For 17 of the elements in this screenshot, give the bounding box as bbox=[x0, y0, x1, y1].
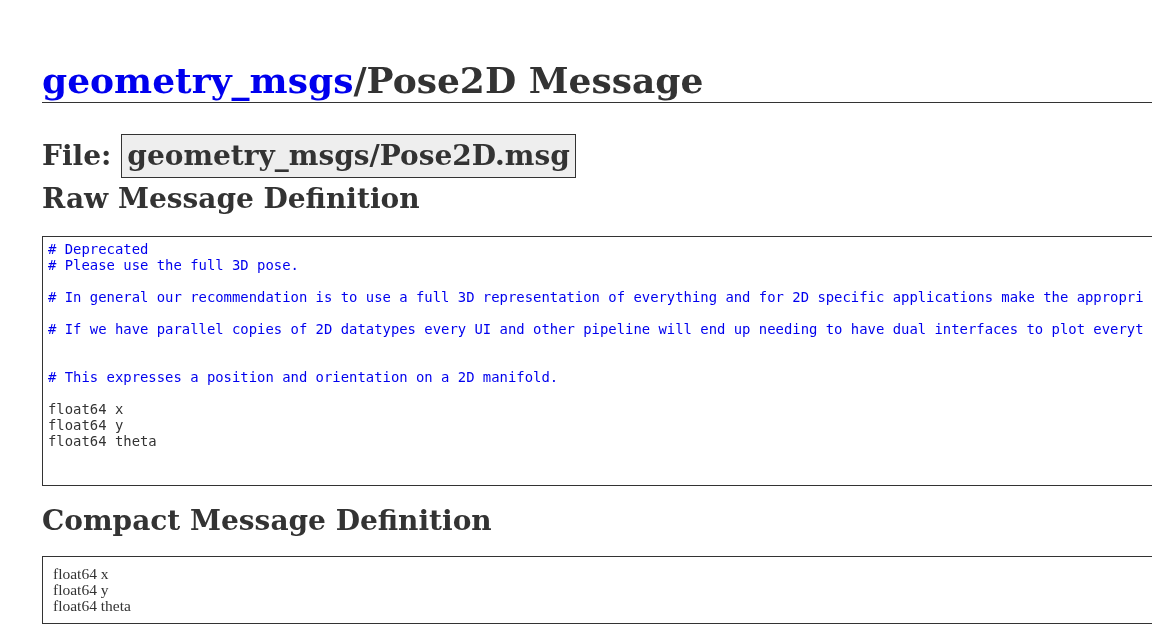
file-name: geometry_msgs/Pose2D.msg bbox=[121, 134, 576, 178]
definition-line: float64 x bbox=[53, 566, 110, 582]
section-heading: Raw Message Definition bbox=[42, 181, 421, 217]
file-label: File: bbox=[42, 138, 112, 174]
code-comment: # If we have parallel copies of 2D datatypes every UI and other pipeline will end up needing to have dual interfaces to plot everyt bbox=[48, 321, 1145, 337]
page-title: /Pose2D Message bbox=[353, 59, 704, 101]
code-line: float64 theta bbox=[48, 433, 158, 449]
code-comment: # Please use the full 3D pose. bbox=[48, 257, 300, 273]
package-link[interactable]: geometry_msgs bbox=[42, 59, 354, 101]
definition-line: float64 theta bbox=[53, 598, 132, 614]
code-line: float64 y bbox=[48, 417, 125, 433]
definition-line: float64 y bbox=[53, 582, 110, 598]
code-line: float64 x bbox=[48, 401, 125, 417]
code-comment: # This expresses a position and orientation on a 2D manifold. bbox=[48, 369, 560, 385]
section-heading: Compact Message Definition bbox=[42, 503, 493, 539]
code-comment: # In general our recommendation is to use a full 3D representation of everything and for 2D specific applications make the appropri bbox=[48, 289, 1145, 305]
code-comment: # Deprecated bbox=[48, 241, 150, 257]
